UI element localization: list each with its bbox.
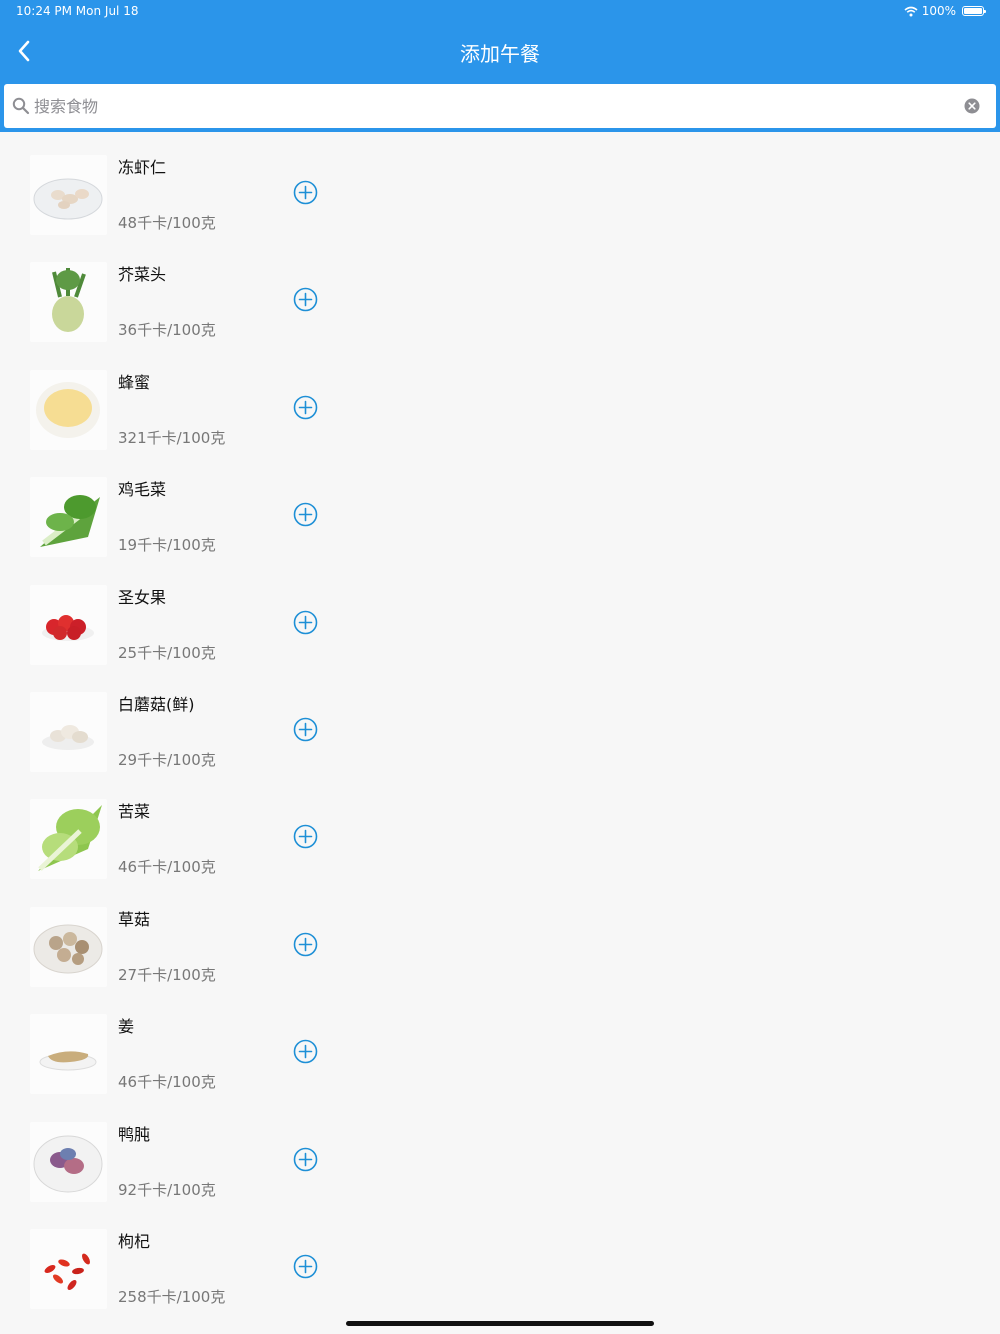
food-name: 冻虾仁 <box>118 158 167 177</box>
navigation-header: 10:24 PM Mon Jul 18 100% 添加午餐 <box>0 0 1000 78</box>
honey-image <box>30 369 107 450</box>
battery-icon <box>962 6 986 16</box>
add-food-button[interactable] <box>293 717 318 742</box>
ginger-image <box>30 1014 107 1095</box>
add-food-button[interactable] <box>293 824 318 849</box>
add-food-button[interactable] <box>293 932 318 957</box>
add-food-button[interactable] <box>293 610 318 635</box>
add-food-button[interactable] <box>293 180 318 205</box>
food-list-item: 鸡毛菜 19千卡/100克 <box>0 454 1000 561</box>
food-name: 鸡毛菜 <box>118 480 167 500</box>
food-name: 草菇 <box>118 909 151 929</box>
search-box <box>4 84 996 128</box>
greens-image <box>30 477 107 558</box>
food-calories: 46千卡/100克 <box>118 1073 216 1092</box>
page-title: 添加午餐 <box>460 42 540 66</box>
duck-gizzard-image <box>30 1121 107 1202</box>
food-name: 蜂蜜 <box>118 372 151 392</box>
endive-image <box>30 799 107 880</box>
battery-percent: 100% <box>921 4 956 18</box>
food-calories: 92千卡/100克 <box>118 1180 216 1199</box>
food-name: 芥菜头 <box>118 265 167 285</box>
food-calories: 46千卡/100克 <box>118 858 216 877</box>
food-list: 冻虾仁 48千卡/100克 芥菜头 36千卡/100克 蜂蜜 321千卡/100克 鸡毛菜 1… <box>0 132 1000 1313</box>
clear-search-icon[interactable] <box>964 98 980 114</box>
search-input[interactable] <box>30 85 964 127</box>
home-indicator[interactable] <box>346 1321 654 1326</box>
add-food-button[interactable] <box>293 502 318 527</box>
food-name: 姜 <box>118 1017 135 1037</box>
wifi-icon <box>904 6 918 16</box>
food-list-item: 白蘑菇(鲜) 29千卡/100克 <box>0 669 1000 776</box>
food-list-item: 草菇 27千卡/100克 <box>0 884 1000 991</box>
mushroom-image <box>30 691 107 772</box>
food-name: 苦菜 <box>118 802 151 822</box>
search-icon <box>12 97 30 115</box>
add-food-button[interactable] <box>293 1147 318 1172</box>
food-list-item: 蜂蜜 321千卡/100克 <box>0 347 1000 454</box>
status-time: 10:24 PM Mon Jul 18 <box>16 4 139 18</box>
shrimp-image <box>30 155 107 235</box>
food-list-item: 鸭肫 92千卡/100克 <box>0 1099 1000 1206</box>
goji-image <box>30 1228 107 1309</box>
food-calories: 25千卡/100克 <box>118 643 216 662</box>
food-list-item: 圣女果 25千卡/100克 <box>0 562 1000 669</box>
add-food-button[interactable] <box>293 395 318 420</box>
cherry-tomato-image <box>30 584 107 665</box>
food-name: 枸杞 <box>118 1231 151 1251</box>
food-calories: 29千卡/100克 <box>118 750 216 769</box>
search-bar <box>0 78 1000 132</box>
food-name: 白蘑菇(鲜) <box>118 694 195 714</box>
food-list-item: 枸杞 258千卡/100克 <box>0 1206 1000 1313</box>
food-list-item: 姜 46千卡/100克 <box>0 991 1000 1098</box>
food-name: 圣女果 <box>118 587 167 607</box>
add-food-button[interactable] <box>293 287 318 312</box>
food-calories: 48千卡/100克 <box>118 214 216 232</box>
food-calories: 258千卡/100克 <box>118 1287 226 1306</box>
food-calories: 36千卡/100克 <box>118 321 216 340</box>
food-calories: 19千卡/100克 <box>118 536 216 555</box>
food-list-item: 冻虾仁 48千卡/100克 <box>0 132 1000 239</box>
food-calories: 321千卡/100克 <box>118 428 226 447</box>
food-list-item: 苦菜 46千卡/100克 <box>0 776 1000 883</box>
straw-mushroom-image <box>30 906 107 987</box>
food-calories: 27千卡/100克 <box>118 965 216 984</box>
food-list-item: 芥菜头 36千卡/100克 <box>0 239 1000 346</box>
add-food-button[interactable] <box>293 1254 318 1279</box>
food-name: 鸭肫 <box>118 1124 151 1144</box>
add-food-button[interactable] <box>293 1039 318 1064</box>
kohlrabi-image <box>30 262 107 343</box>
status-indicators: 100% <box>904 4 986 18</box>
